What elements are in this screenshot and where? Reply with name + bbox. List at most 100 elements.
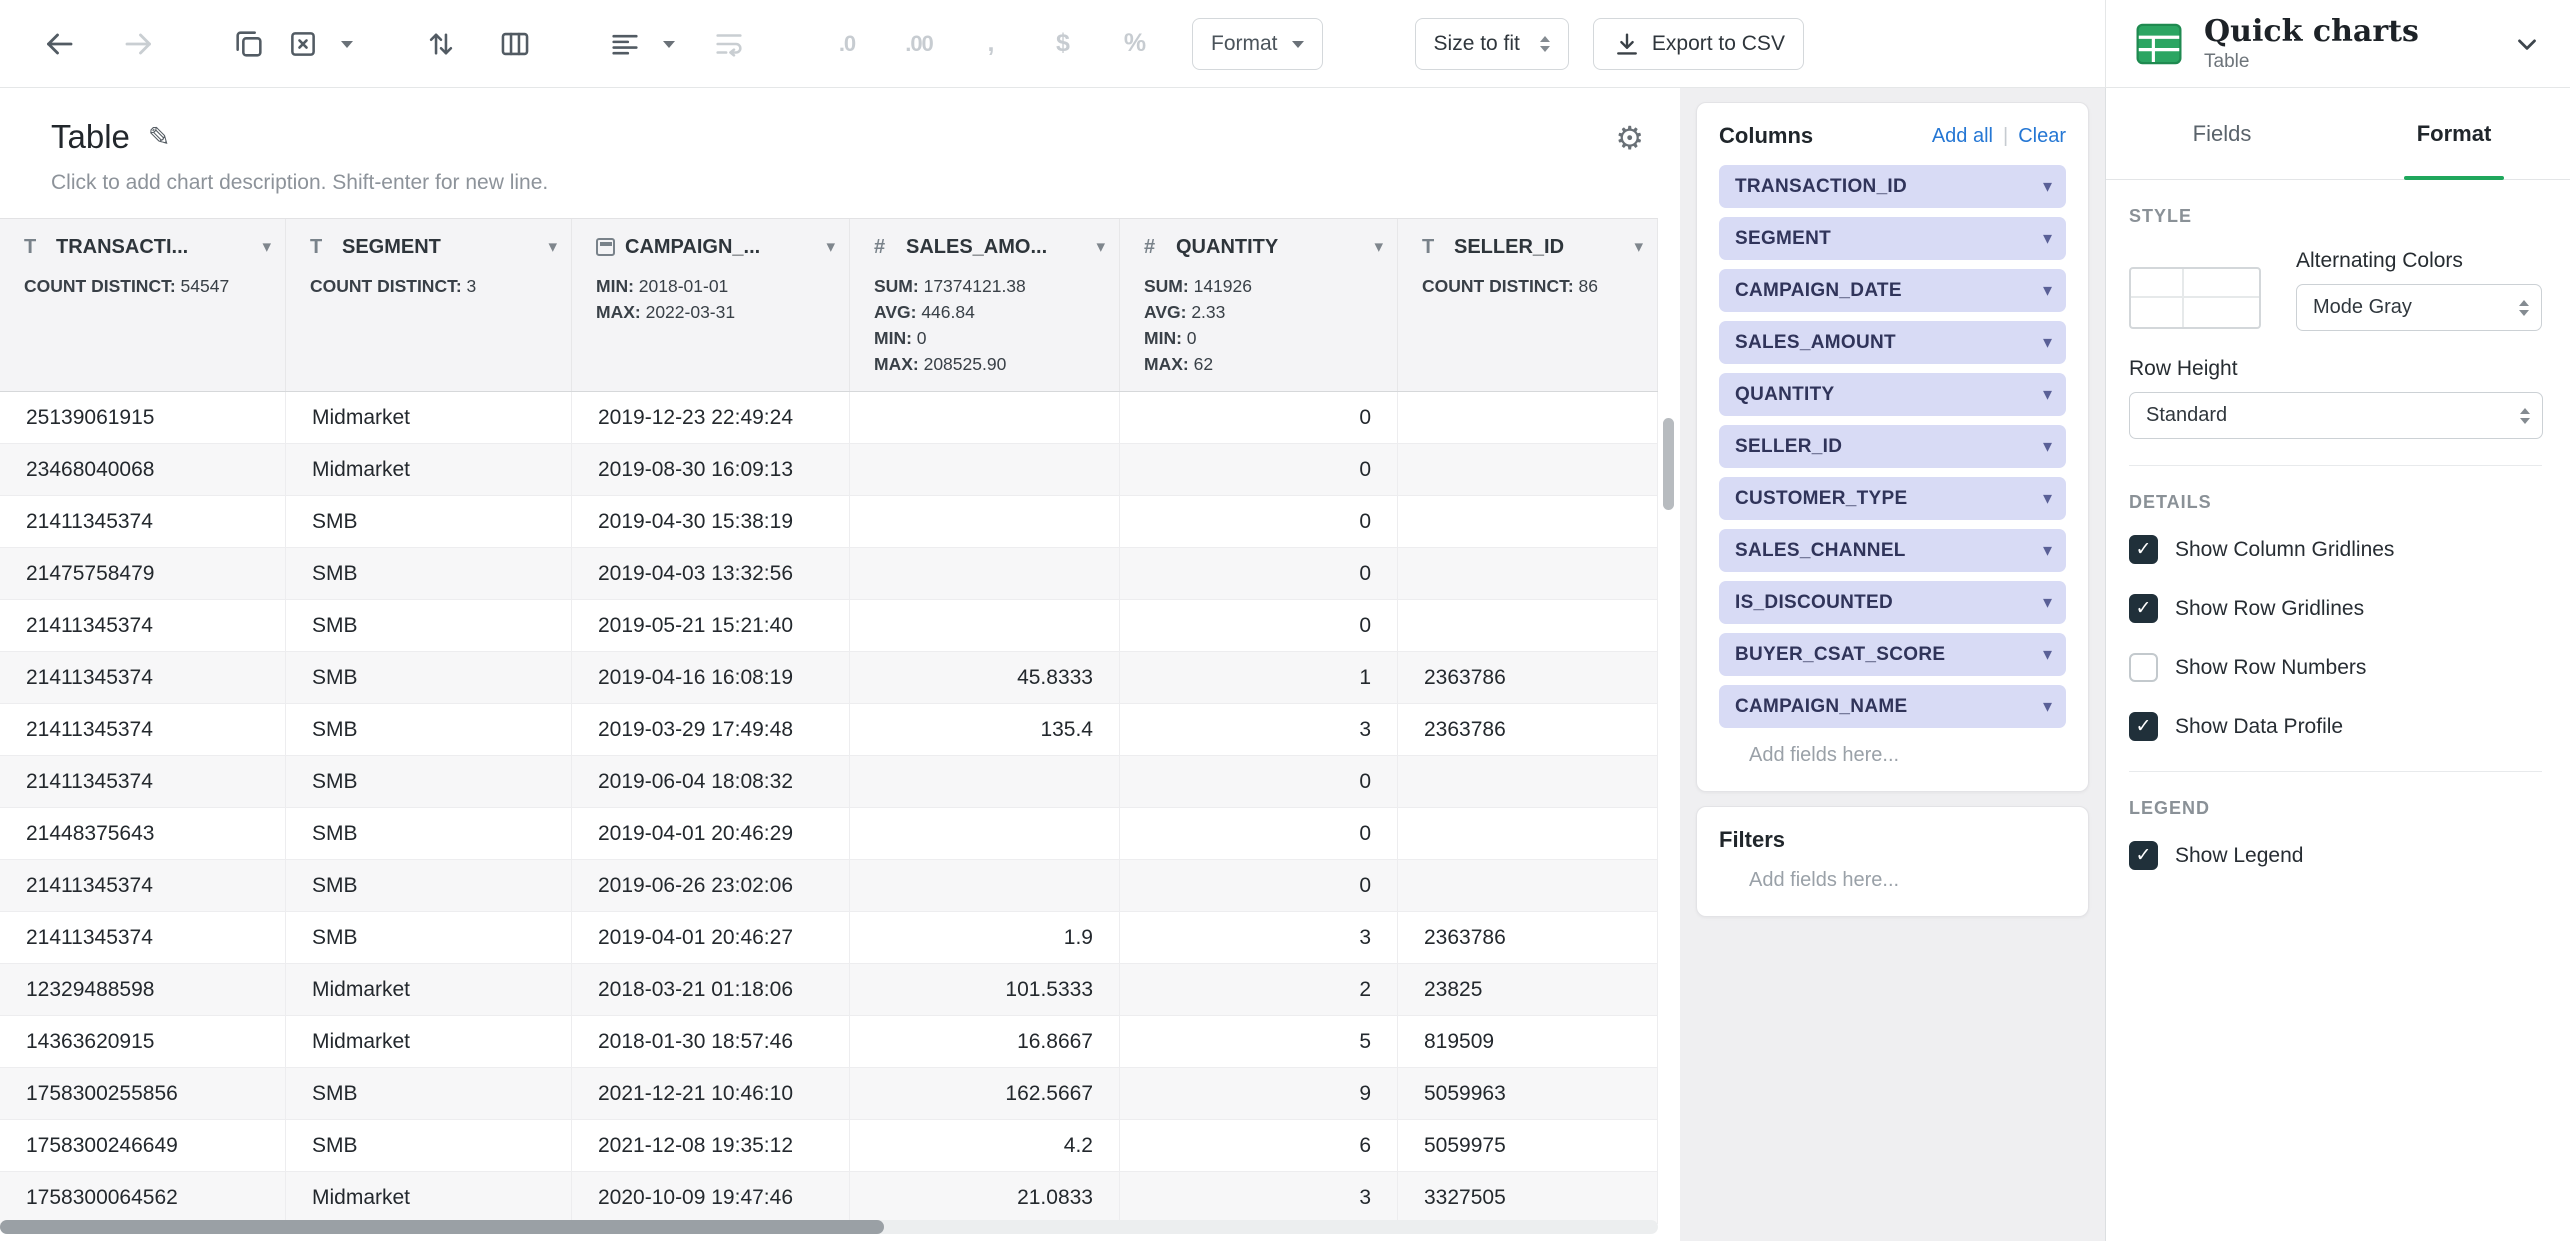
table-cell: 2019-04-01 20:46:27 xyxy=(572,912,850,963)
chart-header: Table ✎ ⚙ Click to add chart description… xyxy=(0,88,1680,195)
chevron-down-icon[interactable]: ▾ xyxy=(2043,176,2052,197)
row-height-value: Standard xyxy=(2146,404,2227,427)
pill-label: CAMPAIGN_DATE xyxy=(1735,280,1902,302)
horizontal-scrollbar-track[interactable] xyxy=(0,1220,1658,1234)
chart-description-placeholder[interactable]: Click to add chart description. Shift-en… xyxy=(51,171,1644,195)
chevron-down-icon[interactable] xyxy=(2512,29,2542,59)
column-menu-chevron-icon[interactable]: ▾ xyxy=(826,237,835,257)
checkbox[interactable]: ✓ xyxy=(2129,712,2158,741)
column-header-sales-amo: #SALES_AMO...▾SUM: 17374121.38AVG: 446.8… xyxy=(850,219,1120,391)
table-cell: 819509 xyxy=(1398,1016,1658,1067)
column-name: CAMPAIGN_... xyxy=(625,236,760,259)
sort-button[interactable] xyxy=(418,21,464,67)
tab-format[interactable]: Format xyxy=(2338,88,2570,179)
column-pill-seller-id[interactable]: SELLER_ID▾ xyxy=(1719,425,2066,468)
table-row: 21411345374SMB2019-04-01 20:46:271.93236… xyxy=(0,912,1658,964)
pill-label: SEGMENT xyxy=(1735,228,1831,250)
tab-fields-label: Fields xyxy=(2193,121,2252,147)
table-cell: 2018-03-21 01:18:06 xyxy=(572,964,850,1015)
table-cell xyxy=(850,392,1120,443)
chart-type-switcher[interactable]: Quick charts Table xyxy=(2105,0,2570,87)
horizontal-scrollbar-thumb[interactable] xyxy=(0,1220,884,1234)
chevron-down-icon xyxy=(663,41,675,54)
format-dropdown[interactable]: Format xyxy=(1192,18,1323,70)
text-align-button[interactable] xyxy=(602,21,648,67)
chevron-down-icon[interactable]: ▾ xyxy=(2043,384,2052,405)
checkbox-row-show-column-gridlines[interactable]: ✓ Show Column Gridlines xyxy=(2129,535,2542,564)
table-cell: 1758300246649 xyxy=(0,1120,286,1171)
remove-chart-button[interactable] xyxy=(280,21,326,67)
table-cell: 1758300255856 xyxy=(0,1068,286,1119)
column-menu-chevron-icon[interactable]: ▾ xyxy=(262,237,271,257)
table-cell: 21411345374 xyxy=(0,912,286,963)
checkbox-label: Show Data Profile xyxy=(2175,715,2343,739)
size-to-fit-dropdown[interactable]: Size to fit xyxy=(1415,18,1569,70)
table-cell: 1.9 xyxy=(850,912,1120,963)
table-cell: 45.8333 xyxy=(850,652,1120,703)
table-cell: SMB xyxy=(286,756,572,807)
edit-title-pencil-icon[interactable]: ✎ xyxy=(148,122,171,153)
column-menu-chevron-icon[interactable]: ▾ xyxy=(1634,237,1643,257)
gear-icon[interactable]: ⚙ xyxy=(1615,122,1644,154)
column-menu-chevron-icon[interactable]: ▾ xyxy=(548,237,557,257)
chevron-down-icon[interactable]: ▾ xyxy=(2043,488,2052,509)
chevron-down-icon[interactable]: ▾ xyxy=(2043,592,2052,613)
checkbox-row-show-row-gridlines[interactable]: ✓Show Row Gridlines xyxy=(2129,594,2542,623)
alternating-colors-select[interactable]: Mode Gray xyxy=(2296,284,2542,331)
column-menu-chevron-icon[interactable]: ▾ xyxy=(1374,237,1383,257)
table-cell: 5 xyxy=(1120,1016,1398,1067)
column-pill-quantity[interactable]: QUANTITY▾ xyxy=(1719,373,2066,416)
checkbox-row-show-data-profile[interactable]: ✓ Show Data Profile xyxy=(2129,712,2542,741)
text-align-menu-button[interactable] xyxy=(656,21,682,67)
table-cell: 3 xyxy=(1120,704,1398,755)
table-row: 21411345374SMB2019-06-26 23:02:060 xyxy=(0,860,1658,912)
table-cell: 1 xyxy=(1120,652,1398,703)
column-name: TRANSACTI... xyxy=(56,236,188,259)
column-pill-segment[interactable]: SEGMENT ▾ xyxy=(1719,217,2066,260)
column-pill-campaign-date[interactable]: CAMPAIGN_DATE ▾ xyxy=(1719,269,2066,312)
column-pill-sales-amount[interactable]: SALES_AMOUNT▾ xyxy=(1719,321,2066,364)
column-pill-buyer-csat-score[interactable]: BUYER_CSAT_SCORE▾ xyxy=(1719,633,2066,676)
column-pill-sales-channel[interactable]: SALES_CHANNEL▾ xyxy=(1719,529,2066,572)
column-pill-transaction-id[interactable]: TRANSACTION_ID▾ xyxy=(1719,165,2066,208)
export-csv-button[interactable]: Export to CSV xyxy=(1593,18,1804,70)
checkbox[interactable]: ✓ xyxy=(2129,594,2158,623)
table-cell: Midmarket xyxy=(286,1016,572,1067)
row-height-select[interactable]: Standard xyxy=(2129,392,2543,439)
chevron-down-icon[interactable]: ▾ xyxy=(2043,332,2052,353)
checkbox-row-show-legend[interactable]: ✓Show Legend xyxy=(2129,841,2542,870)
clear-link[interactable]: Clear xyxy=(2018,125,2066,148)
add-all-link[interactable]: Add all xyxy=(1932,125,1993,148)
column-pill-customer-type[interactable]: CUSTOMER_TYPE▾ xyxy=(1719,477,2066,520)
manage-columns-button[interactable] xyxy=(492,21,538,67)
checkbox[interactable] xyxy=(2129,653,2158,682)
table-cell: 162.5667 xyxy=(850,1068,1120,1119)
undo-back-button[interactable] xyxy=(36,21,82,67)
chevron-down-icon[interactable]: ▾ xyxy=(2043,644,2052,665)
profile-stat: COUNT DISTINCT: 54547 xyxy=(24,273,271,299)
checkbox-label: Show Column Gridlines xyxy=(2175,538,2394,562)
vertical-scrollbar-thumb[interactable] xyxy=(1663,418,1674,510)
duplicate-chart-button[interactable] xyxy=(226,21,272,67)
chart-title[interactable]: Table xyxy=(51,118,130,156)
add-filters-dropzone[interactable]: Add fields here... xyxy=(1749,869,2066,892)
filters-card: Filters Add fields here... xyxy=(1696,806,2089,917)
text-type-icon: T xyxy=(1422,236,1444,259)
checkbox-row-show-row-numbers[interactable]: Show Row Numbers xyxy=(2129,653,2542,682)
add-fields-dropzone[interactable]: Add fields here... xyxy=(1749,744,2066,767)
chevron-down-icon[interactable]: ▾ xyxy=(2043,280,2052,301)
column-menu-chevron-icon[interactable]: ▾ xyxy=(1096,237,1105,257)
column-pill-campaign-name[interactable]: CAMPAIGN_NAME▾ xyxy=(1719,685,2066,728)
chevron-down-icon[interactable]: ▾ xyxy=(2043,436,2052,457)
table-cell: 21.0833 xyxy=(850,1172,1120,1223)
columns-card-title: Columns xyxy=(1719,123,1813,149)
checkbox[interactable]: ✓ xyxy=(2129,535,2158,564)
chevron-down-icon[interactable]: ▾ xyxy=(2043,540,2052,561)
tab-fields[interactable]: Fields xyxy=(2106,88,2338,179)
checkbox[interactable]: ✓ xyxy=(2129,841,2158,870)
table-cell: 2363786 xyxy=(1398,704,1658,755)
column-pill-is-discounted[interactable]: IS_DISCOUNTED▾ xyxy=(1719,581,2066,624)
chevron-down-icon[interactable]: ▾ xyxy=(2043,696,2052,717)
chevron-down-icon[interactable]: ▾ xyxy=(2043,228,2052,249)
chart-actions-menu-button[interactable] xyxy=(334,21,360,67)
